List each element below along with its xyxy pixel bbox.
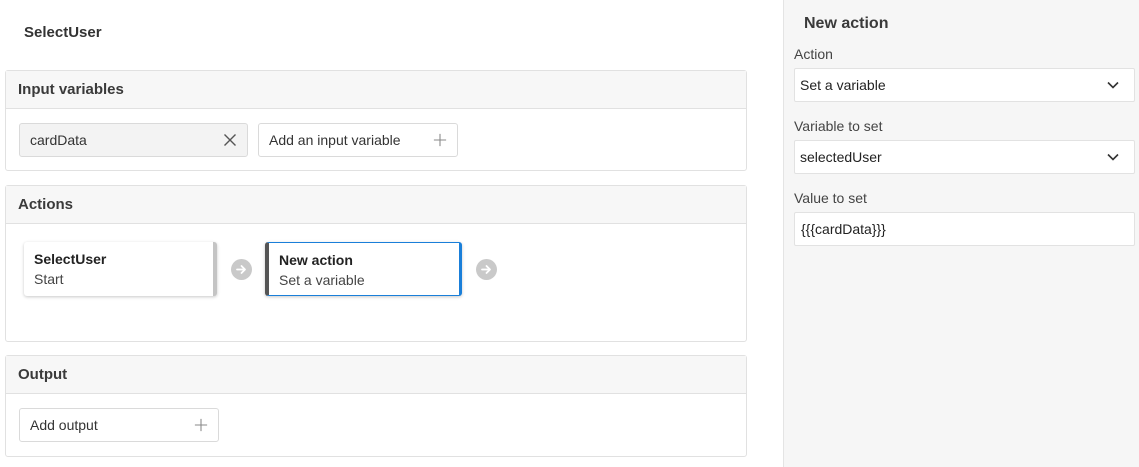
add-input-variable-label: Add an input variable: [269, 132, 401, 148]
variable-to-set-label: Variable to set: [794, 118, 883, 134]
action-card-subtitle: Start: [34, 271, 64, 287]
action-card-new-action[interactable]: New action Set a variable: [265, 242, 462, 296]
output-header: Output: [6, 356, 746, 394]
workflow-editor: SelectUser Input variables cardData Add …: [0, 0, 752, 467]
output-section: Output Add output: [5, 355, 747, 457]
value-to-set-input[interactable]: {{{cardData}}}: [794, 212, 1135, 246]
actions-section: Actions SelectUser Start New action Set …: [5, 185, 747, 342]
properties-panel: New action Action Set a variable Variabl…: [783, 0, 1139, 467]
plus-icon: [433, 133, 447, 147]
input-variable-name: cardData: [30, 132, 87, 148]
arrow-right-icon[interactable]: [476, 259, 497, 280]
input-variable-chip[interactable]: cardData: [19, 123, 248, 157]
arrow-right-icon: [231, 259, 252, 280]
action-select-value: Set a variable: [800, 77, 886, 93]
plus-icon: [194, 418, 208, 432]
add-output-button[interactable]: Add output: [19, 408, 219, 442]
input-variables-section: Input variables cardData Add an input va…: [5, 70, 747, 171]
variable-to-set-value: selectedUser: [800, 149, 882, 165]
action-card-subtitle: Set a variable: [279, 272, 365, 288]
input-variables-header: Input variables: [6, 71, 746, 109]
action-label: Action: [794, 46, 833, 62]
add-input-variable-button[interactable]: Add an input variable: [258, 123, 458, 157]
panel-title: New action: [804, 15, 889, 32]
chevron-down-icon: [1103, 81, 1123, 89]
value-to-set-label: Value to set: [794, 190, 867, 206]
actions-header: Actions: [6, 186, 746, 224]
chevron-down-icon: [1103, 153, 1123, 161]
page-title: SelectUser: [24, 24, 102, 41]
action-select[interactable]: Set a variable: [794, 68, 1135, 102]
add-output-label: Add output: [30, 417, 98, 433]
action-card-start[interactable]: SelectUser Start: [24, 242, 217, 296]
action-card-title: New action: [279, 252, 353, 268]
value-to-set-value: {{{cardData}}}: [801, 221, 886, 237]
variable-to-set-select[interactable]: selectedUser: [794, 140, 1135, 174]
close-icon[interactable]: [223, 133, 237, 147]
action-card-title: SelectUser: [34, 251, 107, 267]
